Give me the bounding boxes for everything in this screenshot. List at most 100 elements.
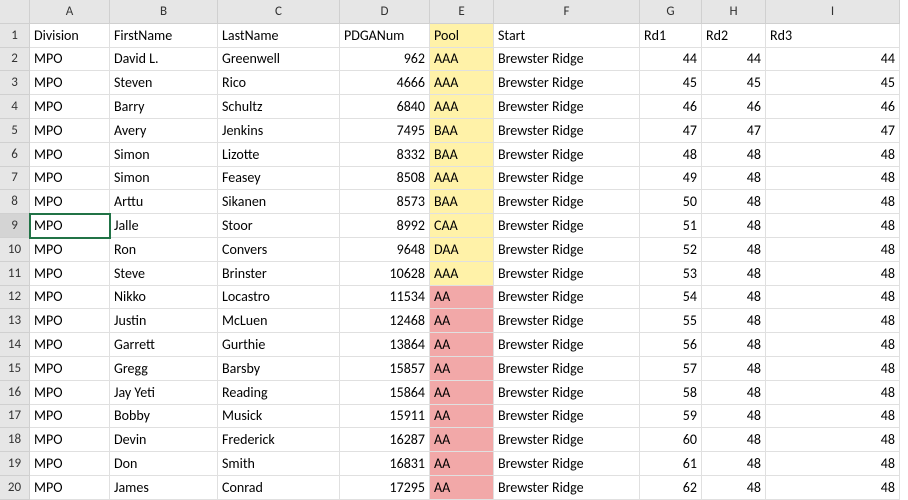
cell-B19[interactable]: Don <box>110 452 218 476</box>
cell-G8[interactable]: 50 <box>640 190 702 214</box>
cell-I17[interactable]: 48 <box>766 405 900 429</box>
cell-G16[interactable]: 58 <box>640 381 702 405</box>
row-header-18[interactable]: 18 <box>0 428 30 452</box>
cell-D19[interactable]: 16831 <box>340 452 430 476</box>
header-cell-pdganum[interactable]: PDGANum <box>340 24 430 48</box>
cell-F5[interactable]: Brewster Ridge <box>494 119 640 143</box>
cell-D10[interactable]: 9648 <box>340 238 430 262</box>
cell-D20[interactable]: 17295 <box>340 476 430 500</box>
cell-A20[interactable]: MPO <box>30 476 110 500</box>
cell-A2[interactable]: MPO <box>30 48 110 72</box>
cell-E5[interactable]: BAA <box>430 119 494 143</box>
cell-C19[interactable]: Smith <box>218 452 340 476</box>
header-cell-pool[interactable]: Pool <box>430 24 494 48</box>
cell-D17[interactable]: 15911 <box>340 405 430 429</box>
cell-E19[interactable]: AA <box>430 452 494 476</box>
cell-B12[interactable]: Nikko <box>110 286 218 310</box>
cell-F8[interactable]: Brewster Ridge <box>494 190 640 214</box>
cell-B14[interactable]: Garrett <box>110 333 218 357</box>
cell-C7[interactable]: Feasey <box>218 167 340 191</box>
cell-I20[interactable]: 48 <box>766 476 900 500</box>
cell-G7[interactable]: 49 <box>640 167 702 191</box>
cell-G12[interactable]: 54 <box>640 286 702 310</box>
cell-A6[interactable]: MPO <box>30 143 110 167</box>
cell-D12[interactable]: 11534 <box>340 286 430 310</box>
cell-C5[interactable]: Jenkins <box>218 119 340 143</box>
header-cell-firstname[interactable]: FirstName <box>110 24 218 48</box>
row-header-20[interactable]: 20 <box>0 476 30 500</box>
cell-F4[interactable]: Brewster Ridge <box>494 95 640 119</box>
cell-H8[interactable]: 48 <box>702 190 766 214</box>
cell-C14[interactable]: Gurthie <box>218 333 340 357</box>
cell-A5[interactable]: MPO <box>30 119 110 143</box>
cell-E16[interactable]: AA <box>430 381 494 405</box>
column-header-A[interactable]: A <box>30 0 110 24</box>
cell-C8[interactable]: Sikanen <box>218 190 340 214</box>
cell-E4[interactable]: AAA <box>430 95 494 119</box>
cell-D16[interactable]: 15864 <box>340 381 430 405</box>
row-header-16[interactable]: 16 <box>0 381 30 405</box>
cell-C12[interactable]: Locastro <box>218 286 340 310</box>
cell-G18[interactable]: 60 <box>640 428 702 452</box>
column-header-D[interactable]: D <box>340 0 430 24</box>
cell-C10[interactable]: Convers <box>218 238 340 262</box>
cell-E11[interactable]: AAA <box>430 262 494 286</box>
row-header-13[interactable]: 13 <box>0 309 30 333</box>
cell-E12[interactable]: AA <box>430 286 494 310</box>
cell-A14[interactable]: MPO <box>30 333 110 357</box>
column-header-H[interactable]: H <box>702 0 766 24</box>
cell-C11[interactable]: Brinster <box>218 262 340 286</box>
cell-F12[interactable]: Brewster Ridge <box>494 286 640 310</box>
cell-F20[interactable]: Brewster Ridge <box>494 476 640 500</box>
row-header-5[interactable]: 5 <box>0 119 30 143</box>
cell-G11[interactable]: 53 <box>640 262 702 286</box>
cell-I9[interactable]: 48 <box>766 214 900 238</box>
cell-B18[interactable]: Devin <box>110 428 218 452</box>
cell-D7[interactable]: 8508 <box>340 167 430 191</box>
cell-G4[interactable]: 46 <box>640 95 702 119</box>
cell-E3[interactable]: AAA <box>430 71 494 95</box>
cell-B4[interactable]: Barry <box>110 95 218 119</box>
header-cell-rd1[interactable]: Rd1 <box>640 24 702 48</box>
cell-C13[interactable]: McLuen <box>218 309 340 333</box>
cell-I7[interactable]: 48 <box>766 167 900 191</box>
cell-I5[interactable]: 47 <box>766 119 900 143</box>
cell-I19[interactable]: 48 <box>766 452 900 476</box>
cell-C3[interactable]: Rico <box>218 71 340 95</box>
header-cell-rd2[interactable]: Rd2 <box>702 24 766 48</box>
cell-I2[interactable]: 44 <box>766 48 900 72</box>
column-header-I[interactable]: I <box>766 0 900 24</box>
cell-G13[interactable]: 55 <box>640 309 702 333</box>
cell-C9[interactable]: Stoor <box>218 214 340 238</box>
cell-D2[interactable]: 962 <box>340 48 430 72</box>
row-header-8[interactable]: 8 <box>0 190 30 214</box>
cell-F18[interactable]: Brewster Ridge <box>494 428 640 452</box>
cell-I15[interactable]: 48 <box>766 357 900 381</box>
cell-H2[interactable]: 44 <box>702 48 766 72</box>
cell-C17[interactable]: Musick <box>218 405 340 429</box>
row-header-1[interactable]: 1 <box>0 24 30 48</box>
cell-E14[interactable]: AA <box>430 333 494 357</box>
cell-D3[interactable]: 4666 <box>340 71 430 95</box>
cell-B13[interactable]: Justin <box>110 309 218 333</box>
cell-D9[interactable]: 8992 <box>340 214 430 238</box>
cell-B6[interactable]: Simon <box>110 143 218 167</box>
cell-H3[interactable]: 45 <box>702 71 766 95</box>
column-header-B[interactable]: B <box>110 0 218 24</box>
column-header-F[interactable]: F <box>494 0 640 24</box>
cell-G5[interactable]: 47 <box>640 119 702 143</box>
row-header-17[interactable]: 17 <box>0 405 30 429</box>
cell-A16[interactable]: MPO <box>30 381 110 405</box>
cell-C6[interactable]: Lizotte <box>218 143 340 167</box>
cell-H10[interactable]: 48 <box>702 238 766 262</box>
cell-E10[interactable]: DAA <box>430 238 494 262</box>
cell-I10[interactable]: 48 <box>766 238 900 262</box>
column-header-E[interactable]: E <box>430 0 494 24</box>
cell-A15[interactable]: MPO <box>30 357 110 381</box>
cell-E7[interactable]: AAA <box>430 167 494 191</box>
cell-G2[interactable]: 44 <box>640 48 702 72</box>
row-header-9[interactable]: 9 <box>0 214 30 238</box>
cell-B10[interactable]: Ron <box>110 238 218 262</box>
cell-E9[interactable]: CAA <box>430 214 494 238</box>
spreadsheet-grid[interactable]: ABCDEFGHI1DivisionFirstNameLastNamePDGAN… <box>0 0 908 500</box>
